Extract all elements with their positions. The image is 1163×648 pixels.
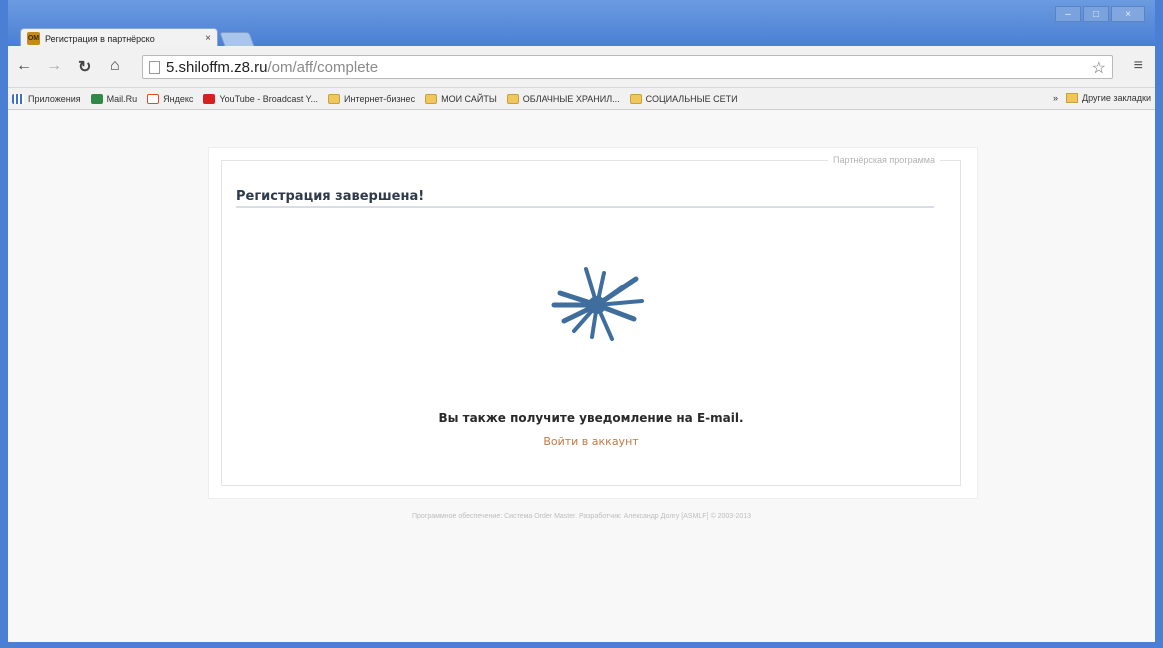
yandex-icon [147, 93, 160, 104]
bookmarks-bar: Приложения Mail.Ru Яндекс YouTube - Broa… [8, 88, 1155, 110]
folder-icon [425, 93, 438, 104]
folder-icon [1066, 93, 1079, 103]
other-bookmarks-label: Другие закладки [1082, 93, 1151, 103]
youtube-icon [203, 93, 216, 104]
registration-panel: Партнёрская программа Регистрация заверш… [221, 155, 961, 486]
bookmark-label: Mail.Ru [106, 93, 138, 104]
bookmark-label: Приложения [28, 93, 81, 104]
bookmark-internet-business[interactable]: Интернет-бизнес [328, 93, 416, 104]
page-content: Партнёрская программа Регистрация заверш… [8, 111, 1155, 642]
bookmarks-overflow-icon[interactable]: » [1053, 93, 1058, 103]
maximize-button[interactable]: □ [1083, 6, 1109, 22]
browser-window: OM Регистрация в партнёрско × – □ × ← → … [0, 0, 1163, 648]
forward-arrow-icon[interactable]: → [46, 57, 62, 75]
bookmark-label: Интернет-бизнес [344, 93, 416, 104]
window-controls: – □ × [1055, 6, 1145, 22]
menu-icon[interactable]: ≡ [1134, 57, 1143, 75]
page-title: Регистрация завершена! [236, 189, 425, 204]
home-icon[interactable]: ⌂ [110, 57, 120, 75]
close-window-button[interactable]: × [1111, 6, 1145, 22]
reload-icon[interactable]: ↻ [78, 57, 91, 77]
minimize-button[interactable]: – [1055, 6, 1081, 22]
title-bar: OM Регистрация в партнёрско × – □ × [8, 0, 1155, 48]
bookmark-label: МОИ САЙТЫ [441, 93, 497, 104]
bookmark-youtube[interactable]: YouTube - Broadcast Y... [203, 93, 319, 104]
bookmark-apps[interactable]: Приложения [12, 93, 81, 104]
apps-grid-icon [12, 93, 24, 104]
folder-icon [328, 93, 341, 104]
new-tab-button[interactable] [219, 32, 255, 47]
page-icon [149, 60, 160, 74]
url-host: 5.shiloffm.z8.ru [166, 58, 268, 76]
title-divider [236, 206, 934, 208]
back-arrow-icon[interactable]: ← [16, 57, 32, 75]
bookmark-label: YouTube - Broadcast Y... [219, 93, 319, 104]
bookmark-star-icon[interactable]: ☆ [1092, 58, 1106, 78]
content-card: Партнёрская программа Регистрация заверш… [208, 147, 978, 499]
bookmark-my-sites[interactable]: МОИ САЙТЫ [425, 93, 497, 104]
bookmark-social-networks[interactable]: СОЦИАЛЬНЫЕ СЕТИ [629, 93, 738, 104]
tab-close-icon[interactable]: × [205, 33, 211, 44]
other-bookmarks[interactable]: » Другие закладки [1053, 93, 1151, 103]
address-bar[interactable]: 5.shiloffm.z8.ru /om/aff/complete ☆ [142, 55, 1113, 79]
tab-title: Регистрация в партнёрско [45, 33, 155, 44]
folder-icon [506, 93, 519, 104]
page-footer: Программное обеспечение: Система Order M… [411, 513, 752, 520]
bookmark-label: СОЦИАЛЬНЫЕ СЕТИ [645, 93, 738, 104]
bookmark-cloud-storage[interactable]: ОБЛАЧНЫЕ ХРАНИЛ... [506, 93, 620, 104]
browser-toolbar: ← → ↻ ⌂ 5.shiloffm.z8.ru /om/aff/complet… [8, 46, 1155, 88]
email-notice: Вы также получите уведомление на E-mail. [438, 411, 744, 425]
bookmark-label: Яндекс [163, 93, 194, 104]
folder-icon [629, 93, 642, 104]
login-link[interactable]: Войти в аккаунт [222, 435, 960, 448]
panel-legend: Партнёрская программа [828, 155, 940, 165]
site-favicon-icon: OM [27, 32, 40, 45]
mailru-icon [90, 93, 103, 104]
bookmark-yandex[interactable]: Яндекс [147, 93, 194, 104]
bookmark-label: ОБЛАЧНЫЕ ХРАНИЛ... [522, 93, 620, 104]
browser-tab[interactable]: OM Регистрация в партнёрско × [20, 28, 218, 48]
starburst-logo-icon [551, 267, 644, 341]
bookmark-mailru[interactable]: Mail.Ru [90, 93, 138, 104]
url-path: /om/aff/complete [267, 58, 379, 76]
